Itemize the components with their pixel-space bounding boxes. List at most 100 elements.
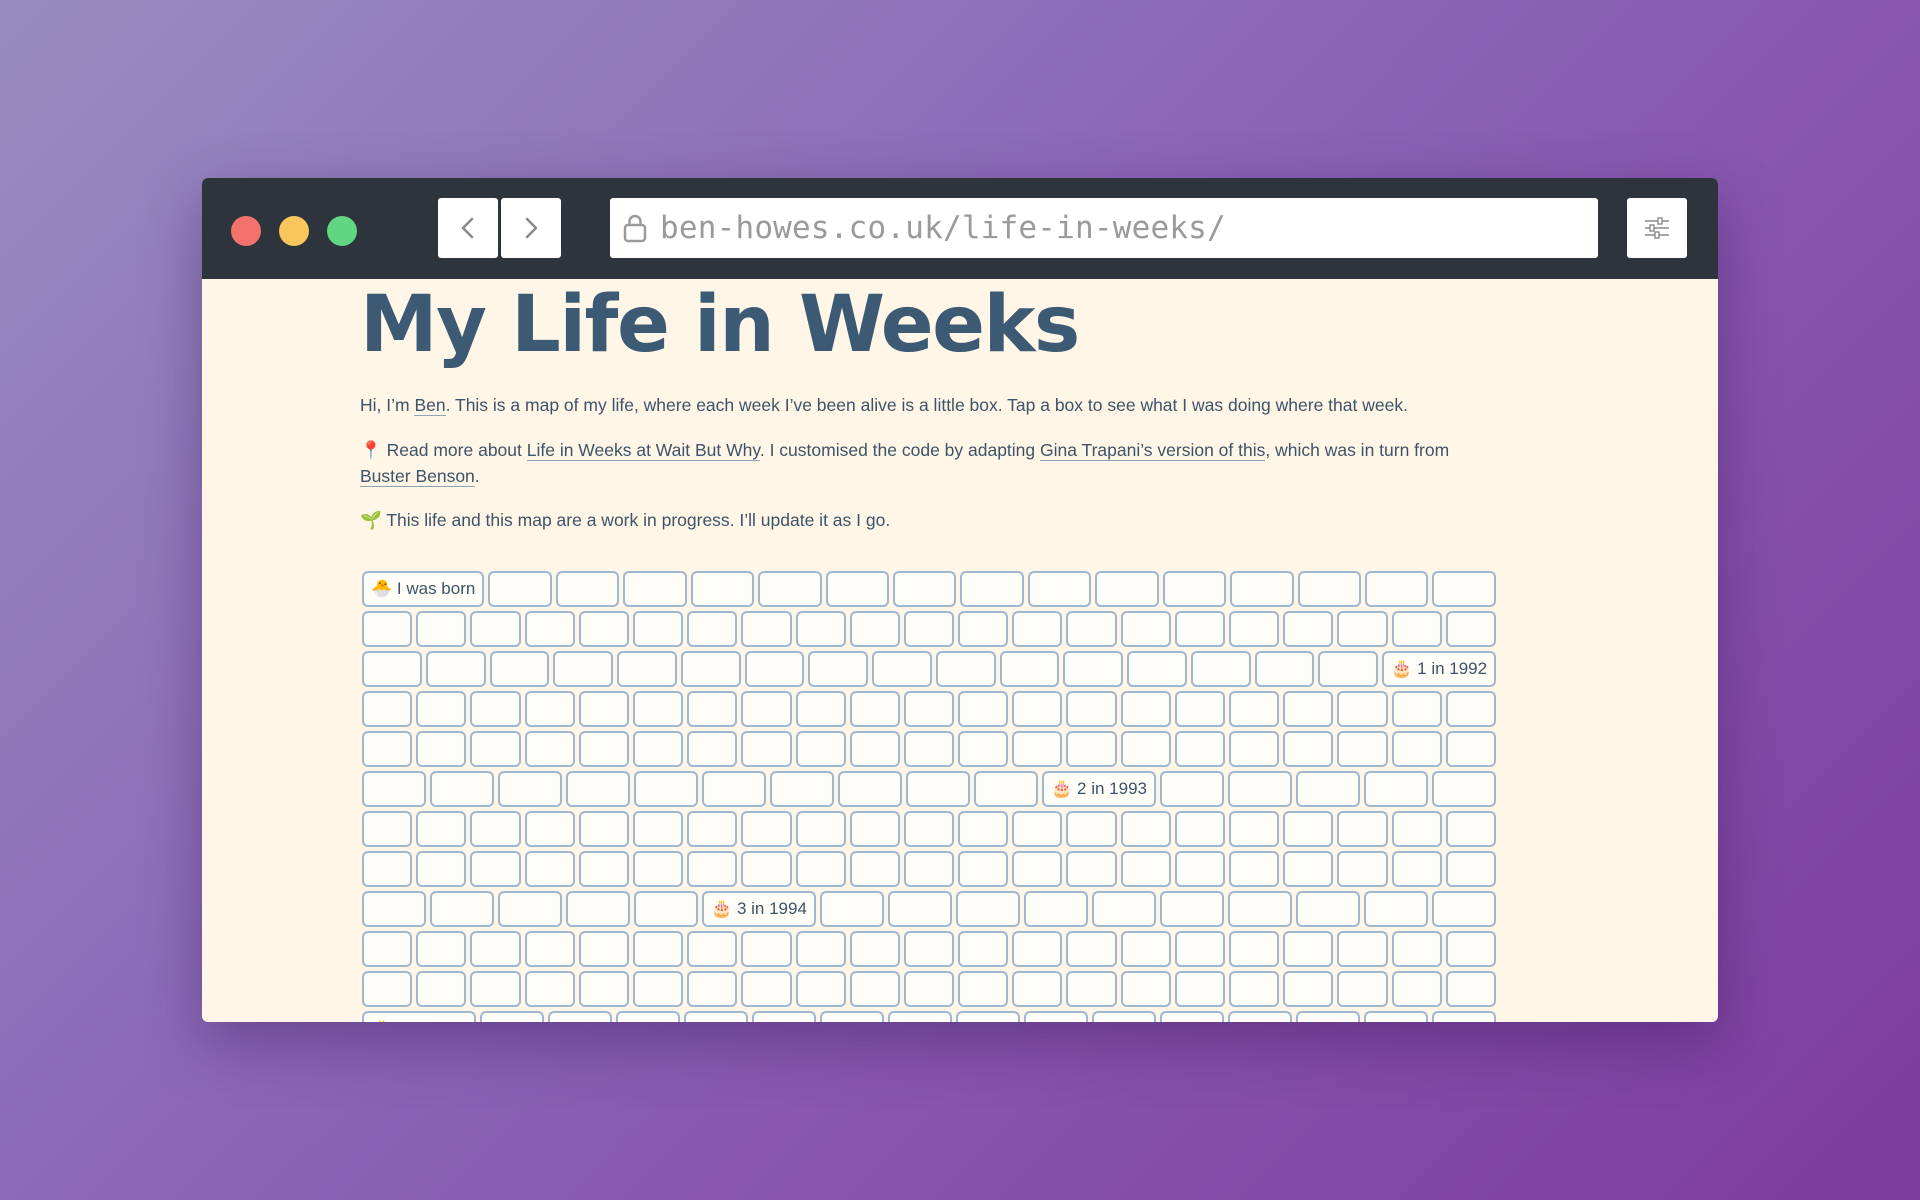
week-box[interactable] bbox=[687, 971, 738, 1007]
week-box[interactable] bbox=[1229, 971, 1280, 1007]
week-box[interactable] bbox=[1391, 731, 1442, 767]
week-box[interactable] bbox=[1337, 811, 1388, 847]
week-box[interactable] bbox=[1283, 931, 1334, 967]
week-box[interactable] bbox=[1066, 811, 1117, 847]
week-box[interactable] bbox=[470, 931, 521, 967]
week-box[interactable] bbox=[430, 891, 495, 927]
week-box[interactable] bbox=[1337, 931, 1388, 967]
week-box[interactable] bbox=[362, 651, 422, 687]
week-box[interactable] bbox=[1445, 731, 1496, 767]
ben-link[interactable]: Ben bbox=[414, 395, 446, 416]
week-box[interactable] bbox=[578, 731, 629, 767]
week-box[interactable] bbox=[819, 891, 884, 927]
week-box[interactable] bbox=[741, 691, 792, 727]
week-box[interactable] bbox=[416, 971, 467, 1007]
week-box[interactable] bbox=[632, 611, 684, 647]
week-box[interactable] bbox=[770, 771, 835, 807]
week-box[interactable] bbox=[578, 971, 629, 1007]
week-box[interactable] bbox=[1391, 611, 1442, 647]
week-box[interactable] bbox=[578, 851, 629, 887]
week-box[interactable] bbox=[1296, 891, 1361, 927]
week-box[interactable] bbox=[524, 731, 575, 767]
week-box[interactable] bbox=[362, 851, 413, 887]
week-box[interactable] bbox=[524, 851, 575, 887]
week-box[interactable] bbox=[687, 611, 738, 647]
week-box[interactable] bbox=[958, 811, 1009, 847]
week-box[interactable] bbox=[632, 851, 684, 887]
back-button[interactable] bbox=[438, 198, 498, 258]
week-box[interactable] bbox=[1066, 851, 1117, 887]
week-box[interactable] bbox=[1283, 971, 1334, 1007]
week-box[interactable] bbox=[1174, 731, 1225, 767]
week-box[interactable] bbox=[1229, 611, 1280, 647]
week-box[interactable] bbox=[795, 931, 846, 967]
week-box[interactable] bbox=[489, 651, 550, 687]
week-box[interactable] bbox=[1432, 771, 1497, 807]
week-box[interactable] bbox=[849, 691, 900, 727]
week-box[interactable] bbox=[903, 811, 955, 847]
url-text[interactable]: ben-howes.co.uk/life-in-weeks/ bbox=[660, 210, 1226, 246]
week-box[interactable] bbox=[634, 771, 699, 807]
week-box[interactable] bbox=[1364, 1011, 1429, 1022]
forward-button[interactable] bbox=[501, 198, 561, 258]
week-box[interactable] bbox=[524, 691, 575, 727]
week-box[interactable] bbox=[1012, 611, 1063, 647]
week-box[interactable] bbox=[1364, 891, 1429, 927]
week-box[interactable] bbox=[958, 971, 1009, 1007]
week-box[interactable] bbox=[1066, 731, 1117, 767]
week-box[interactable] bbox=[362, 931, 413, 967]
week-box[interactable] bbox=[578, 611, 629, 647]
week-event-box[interactable]: 🎂 4 in 1995 bbox=[362, 1011, 476, 1022]
week-box[interactable] bbox=[795, 851, 846, 887]
week-box[interactable] bbox=[1229, 931, 1280, 967]
week-box[interactable] bbox=[1283, 851, 1334, 887]
week-box[interactable] bbox=[1364, 771, 1429, 807]
week-box[interactable] bbox=[1160, 771, 1225, 807]
week-box[interactable] bbox=[1174, 931, 1225, 967]
week-box[interactable] bbox=[1091, 891, 1156, 927]
week-box[interactable] bbox=[849, 971, 900, 1007]
week-box[interactable] bbox=[1391, 811, 1442, 847]
week-box[interactable] bbox=[1445, 811, 1496, 847]
week-box[interactable] bbox=[1337, 731, 1388, 767]
week-box[interactable] bbox=[1337, 691, 1388, 727]
week-box[interactable] bbox=[1120, 811, 1171, 847]
week-box[interactable] bbox=[1066, 971, 1117, 1007]
week-box[interactable] bbox=[1120, 931, 1171, 967]
week-box[interactable] bbox=[1229, 811, 1280, 847]
week-box[interactable] bbox=[1127, 651, 1187, 687]
week-box[interactable] bbox=[887, 891, 952, 927]
week-box[interactable] bbox=[1091, 1011, 1156, 1022]
week-box[interactable] bbox=[687, 731, 738, 767]
week-box[interactable] bbox=[1318, 651, 1379, 687]
week-box[interactable] bbox=[632, 931, 684, 967]
week-box[interactable] bbox=[1190, 651, 1251, 687]
week-box[interactable] bbox=[1432, 1011, 1497, 1022]
week-box[interactable] bbox=[1027, 571, 1092, 607]
week-box[interactable] bbox=[795, 971, 846, 1007]
week-box[interactable] bbox=[744, 651, 805, 687]
week-box[interactable] bbox=[362, 971, 413, 1007]
week-box[interactable] bbox=[690, 571, 755, 607]
minimize-window-button[interactable] bbox=[279, 216, 309, 246]
week-box[interactable] bbox=[1012, 811, 1063, 847]
week-box[interactable] bbox=[1174, 851, 1225, 887]
week-box[interactable] bbox=[935, 651, 996, 687]
week-box[interactable] bbox=[362, 891, 427, 927]
week-box[interactable] bbox=[1229, 691, 1280, 727]
week-box[interactable] bbox=[1160, 891, 1225, 927]
week-box[interactable] bbox=[687, 931, 738, 967]
week-box[interactable] bbox=[1012, 731, 1063, 767]
week-box[interactable] bbox=[795, 611, 846, 647]
week-box[interactable] bbox=[1391, 931, 1442, 967]
week-box[interactable] bbox=[1120, 691, 1171, 727]
week-box[interactable] bbox=[702, 771, 767, 807]
week-box[interactable] bbox=[1066, 931, 1117, 967]
week-box[interactable] bbox=[416, 811, 467, 847]
week-box[interactable] bbox=[430, 771, 495, 807]
week-box[interactable] bbox=[903, 851, 955, 887]
week-box[interactable] bbox=[555, 571, 620, 607]
week-box[interactable] bbox=[955, 1011, 1020, 1022]
week-box[interactable] bbox=[488, 571, 552, 607]
week-box[interactable] bbox=[751, 1011, 816, 1022]
